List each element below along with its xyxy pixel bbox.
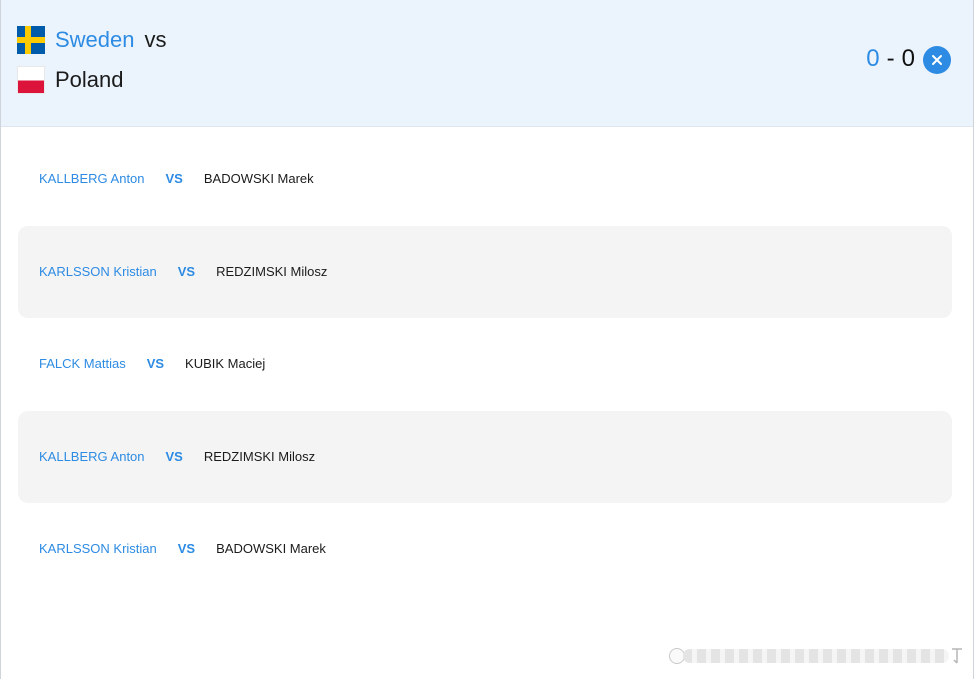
match-row[interactable]: KARLSSON Kristian VS REDZIMSKI Milosz [18,225,952,318]
match-row[interactable]: KALLBERG Anton VS BADOWSKI Marek [18,133,952,226]
away-team-row: Poland [17,65,124,95]
match-home-player: KALLBERG Anton [39,448,145,464]
match-row[interactable]: KARLSSON Kristian VS BADOWSKI Marek [18,503,952,596]
match-home-player: KARLSSON Kristian [39,541,157,556]
match-home-player: FALCK Mattias [39,356,126,371]
home-team-name: Sweden [55,27,135,52]
header-vs-label: vs [144,27,167,52]
score-home: 0 [866,45,880,72]
away-team-name: Poland [55,67,124,92]
match-score: 0 - 0 [866,44,915,74]
match-home-player: KARLSSON Kristian [39,263,157,279]
match-away-player: REDZIMSKI Milosz [203,448,316,464]
close-icon [932,55,942,65]
sweden-flag-icon [17,26,45,54]
match-away-player: KUBIK Maciej [185,356,266,371]
match-vs-label: VS [177,541,196,556]
scroll-right-icon[interactable] [949,645,965,667]
home-team-row: Sweden vs [17,25,167,55]
match-away-player: BADOWSKI Marek [216,541,326,556]
poland-flag-icon [17,66,45,94]
scroll-track[interactable] [683,649,949,663]
match-away-player: BADOWSKI Marek [203,171,314,186]
horizontal-scrollbar[interactable] [669,645,967,667]
match-vs-label: VS [177,263,196,279]
match-panel: Sweden vs Poland 0 - 0 KALLBERG Anton VS… [0,0,974,679]
match-away-player: REDZIMSKI Milosz [216,263,328,279]
score-away: 0 [901,45,915,72]
individual-matches-list: KALLBERG Anton VS BADOWSKI Marek KARLSSO… [1,133,973,596]
match-vs-label: VS [146,356,165,371]
match-vs-label: VS [165,448,183,464]
match-row[interactable]: KALLBERG Anton VS REDZIMSKI Milosz [18,410,952,503]
match-header: Sweden vs Poland 0 - 0 [1,0,973,127]
match-home-player: KALLBERG Anton [39,171,145,186]
match-vs-label: VS [165,171,183,186]
score-separator: - [886,45,895,72]
match-row[interactable]: FALCK Mattias VS KUBIK Maciej [18,318,952,411]
close-button[interactable] [923,46,951,74]
